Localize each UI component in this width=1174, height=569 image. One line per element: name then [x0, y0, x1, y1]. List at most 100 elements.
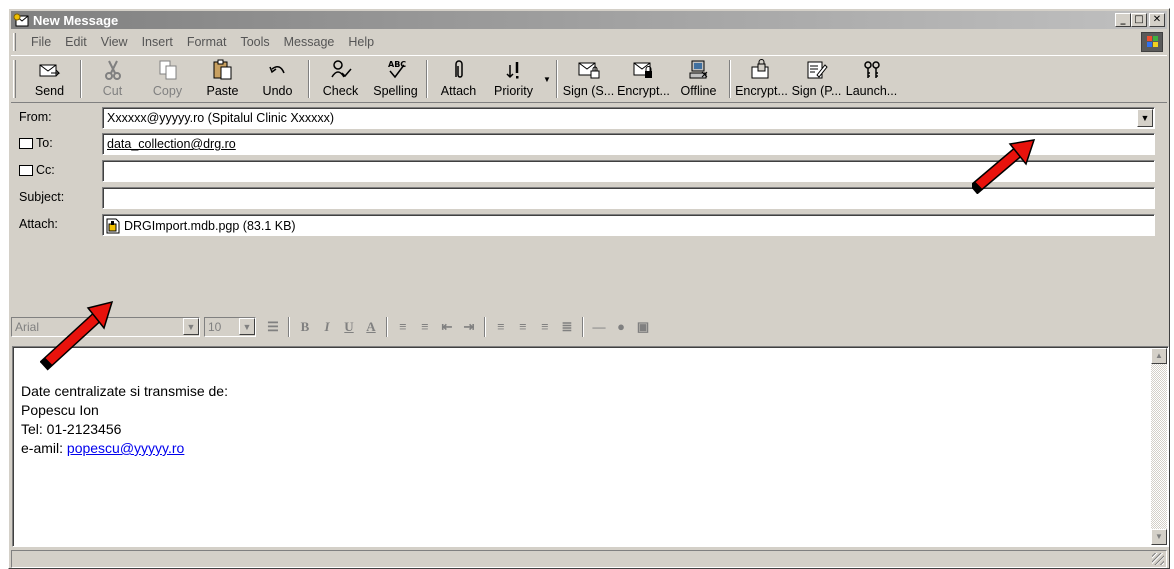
- menu-tools[interactable]: Tools: [233, 35, 276, 49]
- attach-button[interactable]: Attach: [431, 56, 486, 102]
- from-dropdown-button[interactable]: ▼: [1137, 109, 1153, 127]
- toolbar: Send Cut Copy Paste Undo Check ABC Spell…: [11, 55, 1167, 103]
- menu-bar: File Edit View Insert Format Tools Messa…: [11, 31, 1167, 53]
- format-separator: [386, 317, 388, 337]
- insert-picture-icon[interactable]: ▣: [632, 317, 654, 337]
- toolbar-separator: [426, 60, 428, 98]
- scroll-down-button[interactable]: ▼: [1151, 529, 1167, 545]
- maximize-button[interactable]: □: [1131, 13, 1147, 27]
- to-label-button[interactable]: To:: [19, 136, 53, 150]
- cut-button[interactable]: Cut: [85, 56, 140, 102]
- font-size-dropdown-button[interactable]: ▼: [239, 318, 255, 335]
- launch-button[interactable]: Launch...: [844, 56, 899, 102]
- send-button[interactable]: Send: [22, 56, 77, 102]
- toolbar-grip[interactable]: [13, 60, 16, 98]
- encrypt-p-button[interactable]: Encrypt...: [734, 56, 789, 102]
- menu-insert[interactable]: Insert: [135, 35, 180, 49]
- svg-text:ABC: ABC: [388, 60, 406, 69]
- menu-grip[interactable]: [13, 33, 16, 51]
- attachment-file-icon: [106, 218, 120, 234]
- from-label: From:: [19, 110, 52, 124]
- hyperlink-icon[interactable]: ●: [610, 317, 632, 337]
- italic-icon[interactable]: I: [316, 317, 338, 337]
- justify-icon[interactable]: ≣: [556, 317, 578, 337]
- message-body[interactable]: Date centralizate si transmise de: Popes…: [12, 346, 1169, 547]
- offline-button[interactable]: Offline: [671, 56, 726, 102]
- menu-help[interactable]: Help: [341, 35, 381, 49]
- from-field[interactable]: Xxxxxx@yyyyy.ro (Spitalul Clinic Xxxxxx)…: [102, 107, 1155, 129]
- encrypt-icon: [633, 62, 652, 78]
- undo-icon: [268, 66, 285, 74]
- paperclip-icon: [454, 60, 463, 78]
- menu-message[interactable]: Message: [277, 35, 342, 49]
- formatting-toolbar: Arial ▼ 10 ▼ ☰ B I U A ≡ ≡ ⇤ ⇥ ≡ ≡ ≡ ≣ —…: [11, 313, 1167, 341]
- pgp-keys-icon: [863, 61, 880, 78]
- close-button[interactable]: ✕: [1149, 13, 1165, 27]
- horizontal-line-icon[interactable]: —: [588, 317, 610, 337]
- address-book-icon: [19, 137, 33, 149]
- increase-indent-icon[interactable]: ⇥: [458, 317, 480, 337]
- attach-field[interactable]: DRGImport.mdb.pgp (83.1 KB): [102, 214, 1155, 236]
- email-link[interactable]: popescu@yyyyy.ro: [67, 440, 184, 456]
- priority-button[interactable]: Priority: [486, 56, 541, 102]
- pgp-encrypt-icon: [751, 59, 768, 79]
- toolbar-separator: [729, 60, 731, 98]
- scroll-up-button[interactable]: ▲: [1151, 348, 1167, 364]
- priority-dropdown-icon[interactable]: ▼: [541, 56, 553, 102]
- windows-logo-icon: [1141, 32, 1163, 52]
- sign-s-button[interactable]: Sign (S...: [561, 56, 616, 102]
- resize-grip[interactable]: [1152, 553, 1164, 565]
- numbering-icon[interactable]: ≡: [392, 317, 414, 337]
- decrease-indent-icon[interactable]: ⇤: [436, 317, 458, 337]
- paste-button[interactable]: Paste: [195, 56, 250, 102]
- offline-icon: [689, 60, 707, 79]
- menu-view[interactable]: View: [94, 35, 135, 49]
- font-dropdown-button[interactable]: ▼: [183, 318, 199, 335]
- window-title: New Message: [33, 12, 119, 28]
- send-icon: [39, 64, 60, 77]
- new-message-icon: [13, 13, 29, 27]
- spelling-button[interactable]: ABC Spelling: [368, 56, 423, 102]
- attach-label: Attach:: [19, 217, 58, 231]
- check-names-button[interactable]: Check: [313, 56, 368, 102]
- toolbar-separator: [556, 60, 558, 98]
- status-bar: [11, 550, 1167, 568]
- format-separator: [484, 317, 486, 337]
- encrypt-s-button[interactable]: Encrypt...: [616, 56, 671, 102]
- align-right-icon[interactable]: ≡: [534, 317, 556, 337]
- vertical-scrollbar[interactable]: ▲ ▼: [1151, 348, 1167, 545]
- sign-p-button[interactable]: Sign (P...: [789, 56, 844, 102]
- menu-edit[interactable]: Edit: [58, 35, 94, 49]
- format-separator: [288, 317, 290, 337]
- align-left-icon[interactable]: ≡: [490, 317, 512, 337]
- bullets-icon[interactable]: ≡: [414, 317, 436, 337]
- body-line: Popescu Ion: [21, 402, 99, 418]
- subject-label: Subject:: [19, 190, 65, 204]
- body-line: Tel: 01-2123456: [21, 421, 122, 437]
- menu-file[interactable]: File: [24, 35, 58, 49]
- menu-format[interactable]: Format: [180, 35, 234, 49]
- align-center-icon[interactable]: ≡: [512, 317, 534, 337]
- font-color-icon[interactable]: A: [360, 317, 382, 337]
- message-window: New Message _ □ ✕ File Edit View Insert …: [8, 8, 1170, 569]
- annotation-arrow-attach: [40, 300, 114, 371]
- undo-button[interactable]: Undo: [250, 56, 305, 102]
- clipboard-icon: [213, 59, 231, 80]
- paragraph-style-icon[interactable]: ☰: [262, 317, 284, 337]
- sign-icon: [578, 62, 599, 79]
- attachment-item[interactable]: DRGImport.mdb.pgp (83.1 KB): [105, 218, 296, 234]
- scissors-icon: [104, 60, 121, 80]
- copy-icon: [159, 60, 176, 80]
- attach-row: Attach: DRGImport.mdb.pgp (83.1 KB): [11, 212, 1167, 238]
- priority-icon: [505, 62, 518, 79]
- bold-icon[interactable]: B: [294, 317, 316, 337]
- title-bar[interactable]: New Message _ □ ✕: [11, 11, 1167, 29]
- check-names-icon: [330, 60, 352, 78]
- cc-label-button[interactable]: Cc:: [19, 163, 55, 177]
- font-size-select[interactable]: 10 ▼: [204, 317, 256, 337]
- underline-icon[interactable]: U: [338, 317, 360, 337]
- pgp-sign-icon: [807, 61, 828, 79]
- copy-button[interactable]: Copy: [140, 56, 195, 102]
- format-separator: [582, 317, 584, 337]
- minimize-button[interactable]: _: [1115, 13, 1131, 27]
